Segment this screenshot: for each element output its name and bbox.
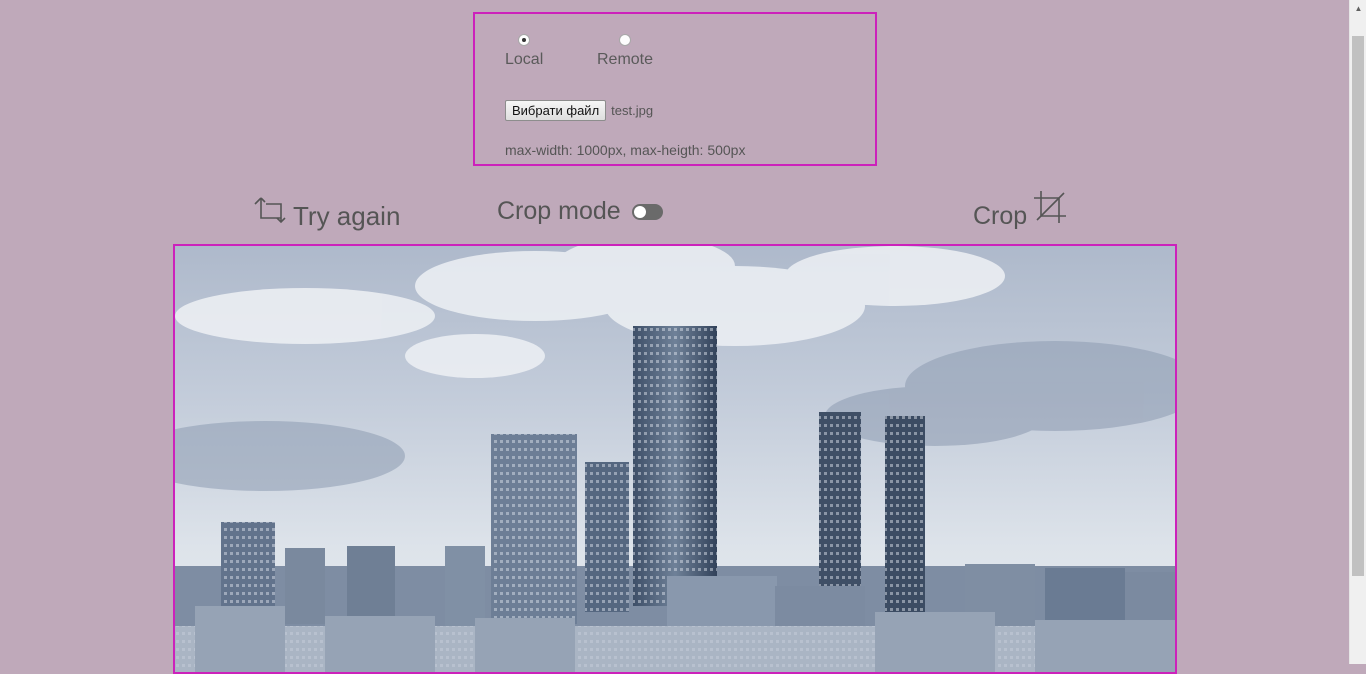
source-option-local[interactable]: Local: [505, 34, 543, 69]
arrow-up-icon[interactable]: ▲: [1350, 0, 1366, 17]
scroll-thumb[interactable]: [1352, 36, 1364, 576]
crop-mode-toggle[interactable]: [631, 203, 663, 220]
file-input-row: Вибрати файл test.jpg: [505, 100, 653, 121]
crop-button[interactable]: Crop: [973, 190, 1067, 231]
upload-panel: Local Remote Вибрати файл test.jpg max-w…: [473, 12, 877, 166]
remote-radio[interactable]: [619, 34, 632, 46]
crop-mode-control: Crop mode: [497, 197, 663, 226]
try-again-label: Try again: [293, 201, 401, 231]
selected-file-name: test.jpg: [611, 103, 654, 118]
size-hint: max-width: 1000px, max-heigth: 500px: [505, 142, 746, 158]
try-again-button[interactable]: Try again: [253, 196, 401, 231]
crop-label: Crop: [973, 202, 1028, 230]
crop-mode-label: Crop mode: [497, 197, 621, 225]
city-skyline-image: [175, 246, 1175, 672]
toggle-knob: [633, 205, 646, 218]
local-label[interactable]: Local: [505, 51, 543, 69]
remote-label[interactable]: Remote: [597, 51, 653, 69]
choose-file-button[interactable]: Вибрати файл: [505, 100, 607, 121]
vertical-scrollbar[interactable]: ▲: [1349, 0, 1366, 664]
crop-rotate-icon: [254, 197, 286, 224]
crop-icon: [1034, 191, 1067, 223]
local-radio[interactable]: [518, 34, 531, 46]
image-preview-frame: [173, 244, 1177, 674]
source-option-remote[interactable]: Remote: [597, 34, 653, 69]
